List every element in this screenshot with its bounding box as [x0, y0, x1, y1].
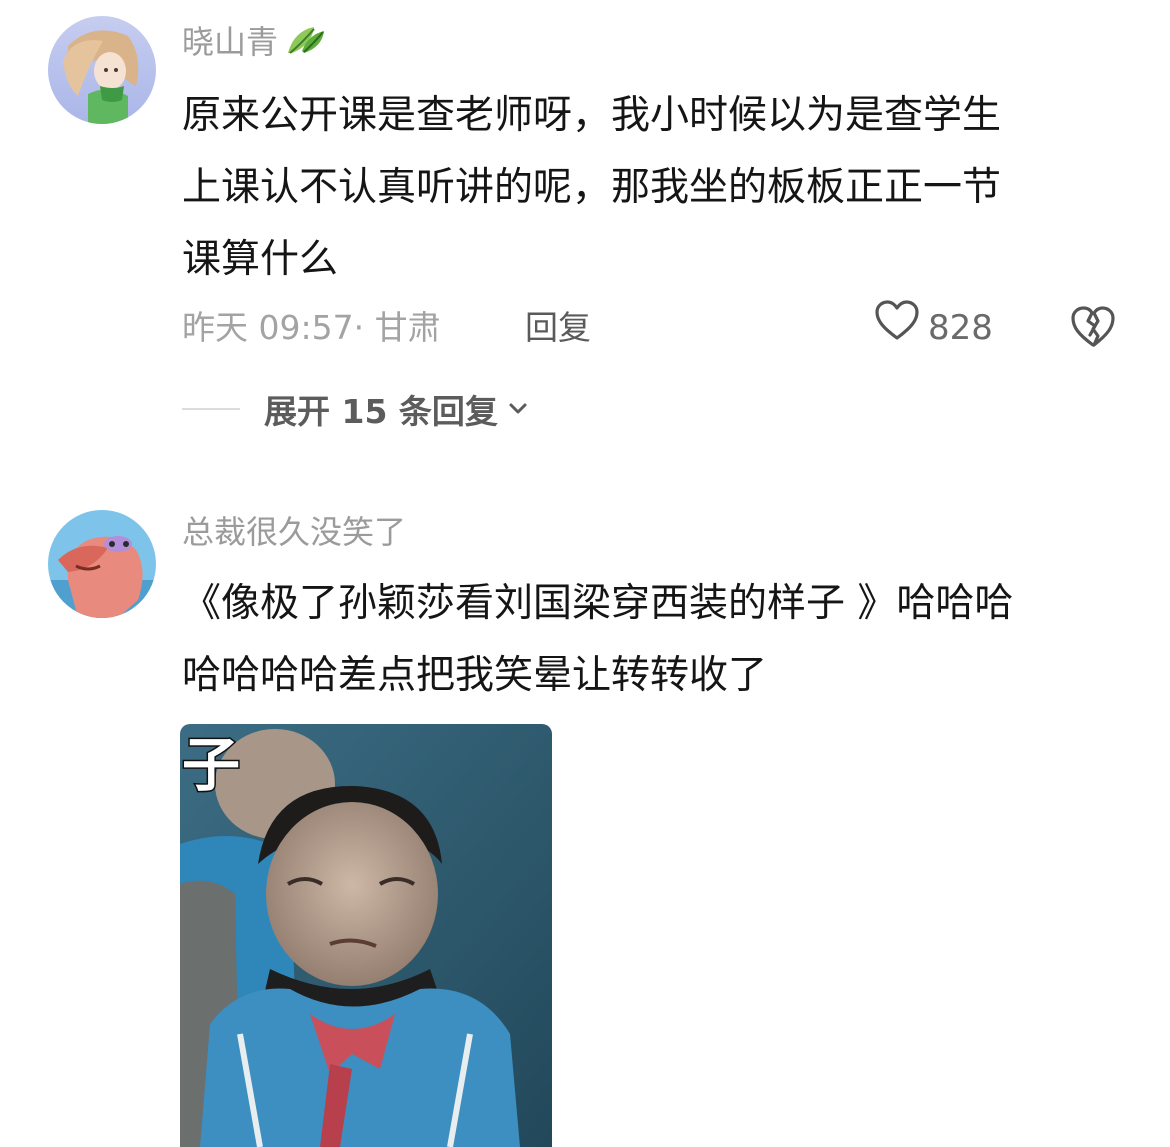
reply-button[interactable]: 回复	[525, 303, 591, 353]
timestamp-location: 昨天 09:57· 甘肃	[182, 308, 441, 347]
username[interactable]: 总裁很久没笑了	[182, 510, 406, 554]
broken-heart-icon[interactable]	[1070, 305, 1116, 363]
meme-caption: 子	[180, 731, 241, 799]
comment-meta: 昨天 09:57· 甘肃 回复 828	[182, 300, 1122, 356]
comment-text-line: 课算什么	[182, 237, 339, 282]
comment-text: 原来公开课是查老师呀，我小时候以为是查学生 上课认不认真听讲的呢，那我坐的板板正…	[182, 80, 1122, 296]
username[interactable]: 晓山青	[182, 20, 328, 68]
comment-text-line: 《像极了孙颖莎看刘国梁穿西装的样子 》哈哈哈	[182, 581, 1014, 626]
username-text[interactable]: 晓山青	[182, 23, 278, 61]
expand-replies-row: 展开 15 条回复	[182, 384, 530, 434]
username-text[interactable]: 总裁很久没笑了	[182, 513, 406, 551]
comment-item: 总裁很久没笑了 《像极了孙颖莎看刘国梁穿西装的样子 》哈哈哈 哈哈哈哈差点把我笑…	[0, 470, 1170, 1147]
comment-text-line: 哈哈哈哈差点把我笑晕让转转收了	[182, 653, 768, 698]
comment-item: 晓山青 原来公开课是查老师呀，我小时候以为是查学生 上课认不认真听讲的呢，那我坐…	[0, 0, 1170, 450]
user-avatar[interactable]	[48, 510, 156, 618]
expand-replies-button[interactable]: 展开 15 条回复	[264, 385, 530, 433]
leaf-badge-icon	[284, 21, 328, 68]
meme-image[interactable]: 子	[180, 724, 552, 1147]
divider-line	[182, 408, 240, 410]
expand-replies-label: 展开 15 条回复	[264, 392, 498, 431]
user-avatar[interactable]	[48, 16, 156, 124]
comment-text-line: 原来公开课是查老师呀，我小时候以为是查学生	[182, 93, 1002, 138]
like-button[interactable]: 828	[874, 300, 993, 356]
comment-text: 《像极了孙颖莎看刘国梁穿西装的样子 》哈哈哈 哈哈哈哈差点把我笑晕让转转收了	[182, 568, 1122, 712]
like-count: 828	[928, 308, 993, 348]
comment-text-line: 上课认不认真听讲的呢，那我坐的板板正正一节	[182, 165, 1002, 210]
chevron-down-icon	[509, 403, 527, 414]
heart-icon	[874, 300, 920, 356]
